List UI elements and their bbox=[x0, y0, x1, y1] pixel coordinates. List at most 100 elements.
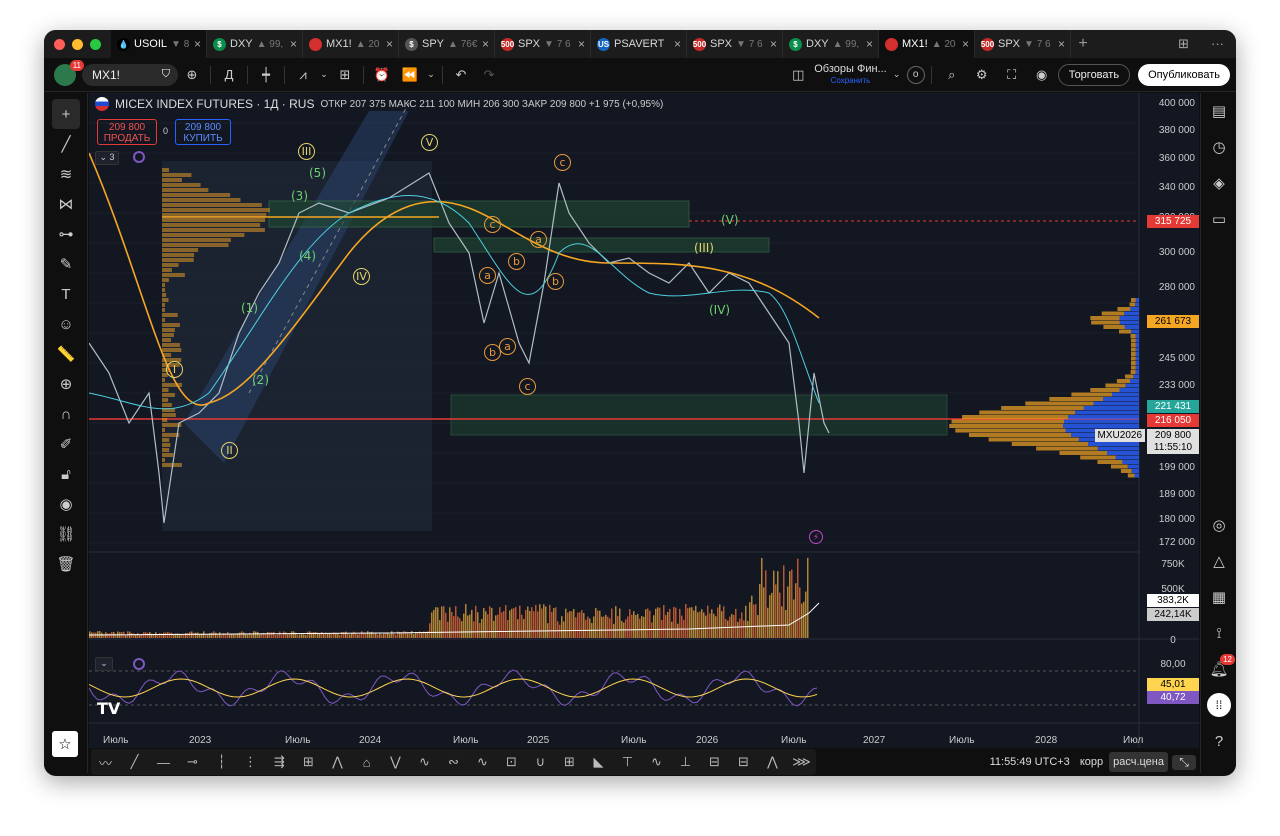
tab-spx[interactable]: 500 SPX ▼ 7 6 × bbox=[687, 30, 783, 58]
layout-name[interactable]: Обзоры Фин... Сохранить bbox=[814, 64, 886, 86]
trash-icon[interactable]: 🗑︎ bbox=[44, 549, 88, 579]
eye-icon[interactable]: ◉ bbox=[44, 489, 88, 519]
wave-label[interactable]: (3) bbox=[291, 189, 308, 203]
tab-spx[interactable]: 500 SPX ▼ 7 6 × bbox=[495, 30, 591, 58]
drawing-tool-icon[interactable]: ⌂ bbox=[352, 755, 381, 770]
layers-icon[interactable]: ◈ bbox=[1201, 165, 1236, 201]
undo-icon[interactable]: ↶ bbox=[447, 67, 475, 83]
close-tab-icon[interactable]: × bbox=[386, 37, 393, 51]
fib-icon[interactable]: ≋ bbox=[44, 159, 88, 189]
correction-toggle[interactable]: корр bbox=[1080, 756, 1103, 768]
star-icon[interactable]: ☆ bbox=[52, 731, 78, 757]
scan-icon[interactable]: ⌕ bbox=[938, 67, 966, 83]
drawing-tool-icon[interactable]: ╱ bbox=[120, 754, 149, 770]
drawing-tool-icon[interactable]: ⋀ bbox=[323, 754, 352, 770]
tab-mx1[interactable]: MX1! ▲ 20 × bbox=[879, 30, 975, 58]
drawing-tool-icon[interactable]: ∿ bbox=[468, 754, 497, 770]
chat-icon[interactable]: ▭ bbox=[1201, 201, 1236, 237]
wave-label[interactable]: (V) bbox=[721, 213, 739, 227]
tab-spx[interactable]: 500 SPX ▼ 7 6 × bbox=[975, 30, 1071, 58]
tab-dxy[interactable]: $ DXY ▲ 99, × bbox=[207, 30, 303, 58]
drawing-tool-icon[interactable]: ◣ bbox=[584, 754, 613, 770]
watchlist-icon[interactable]: ▤ bbox=[1201, 93, 1236, 129]
drawing-tool-icon[interactable]: ⊞ bbox=[294, 754, 323, 770]
text-icon[interactable]: T bbox=[44, 279, 88, 309]
quick-search-button[interactable]: o bbox=[907, 66, 925, 84]
forecast-icon[interactable]: ⊶ bbox=[44, 219, 88, 249]
tab-spy[interactable]: $ SPY ▲ 76€ × bbox=[399, 30, 495, 58]
drawing-tool-icon[interactable]: ⊞ bbox=[555, 754, 584, 770]
wave-label[interactable]: b bbox=[508, 253, 525, 270]
zoom-icon[interactable]: ⊕ bbox=[44, 369, 88, 399]
drawing-tool-icon[interactable]: ∿ bbox=[410, 754, 439, 770]
drawing-tool-icon[interactable]: ⊥ bbox=[671, 754, 700, 770]
rsi-collapse-button[interactable]: ⌄ bbox=[95, 657, 113, 671]
ruler-icon[interactable]: 📏 bbox=[44, 339, 88, 369]
clock[interactable]: 11:55:49 UTC+3 bbox=[990, 756, 1070, 768]
wave-label[interactable]: c bbox=[484, 216, 501, 233]
wave-label[interactable]: a bbox=[479, 267, 496, 284]
indicators-icon[interactable]: ⩘ bbox=[289, 67, 317, 83]
camera-icon[interactable]: ◉ bbox=[1028, 67, 1056, 83]
tab-dxy[interactable]: $ DXY ▲ 99, × bbox=[783, 30, 879, 58]
close-tab-icon[interactable]: × bbox=[578, 37, 585, 51]
templates-icon[interactable]: ⊞ bbox=[331, 67, 359, 83]
drawing-tool-icon[interactable]: ⋮ bbox=[236, 754, 265, 770]
drawing-tool-icon[interactable]: — bbox=[149, 755, 178, 770]
fullscreen-icon[interactable]: ⛶ bbox=[998, 67, 1026, 83]
drawing-tool-icon[interactable]: ⊡ bbox=[497, 754, 526, 770]
wave-label[interactable]: a bbox=[530, 231, 547, 248]
buy-button[interactable]: 209 800 КУПИТЬ bbox=[175, 119, 231, 145]
drawing-tool-icon[interactable]: ⋁ bbox=[381, 754, 410, 770]
wave-label[interactable]: c bbox=[554, 154, 571, 171]
help-icon[interactable]: ? bbox=[1201, 723, 1236, 759]
wave-label[interactable]: a bbox=[499, 338, 516, 355]
link-icon[interactable]: ⛓ bbox=[44, 519, 88, 549]
drawing-tool-icon[interactable]: ┆ bbox=[207, 754, 236, 770]
new-tab-button[interactable]: + bbox=[1071, 35, 1095, 53]
symbol-search[interactable]: MX1! ⛉ bbox=[82, 64, 178, 86]
drawing-tool-icon[interactable]: ∪ bbox=[526, 754, 555, 770]
wave-label[interactable]: II bbox=[221, 442, 238, 459]
more-icon[interactable]: ··· bbox=[1211, 36, 1224, 52]
chart-svg[interactable] bbox=[89, 93, 1199, 748]
chevron-down-icon[interactable]: ⌄ bbox=[889, 69, 905, 80]
drawing-tool-icon[interactable]: ⊸ bbox=[178, 754, 207, 770]
close-tab-icon[interactable]: × bbox=[1058, 37, 1065, 51]
trade-button[interactable]: Торговать bbox=[1058, 64, 1130, 86]
close-tab-icon[interactable]: × bbox=[482, 37, 489, 51]
close-tab-icon[interactable]: × bbox=[194, 37, 201, 51]
close-tab-icon[interactable]: × bbox=[866, 37, 873, 51]
drawing-tool-icon[interactable]: ⋀ bbox=[758, 754, 787, 770]
crosshair-icon[interactable]: + bbox=[52, 99, 80, 129]
settings-icon[interactable]: ⚙ bbox=[968, 67, 996, 83]
drawing-tool-icon[interactable]: ⇶ bbox=[265, 754, 294, 770]
close-tab-icon[interactable]: × bbox=[770, 37, 777, 51]
layout-icon[interactable]: ⊞ bbox=[1178, 36, 1189, 52]
wave-label[interactable]: (1) bbox=[241, 301, 258, 315]
wave-label[interactable]: I bbox=[166, 361, 183, 378]
brush-icon[interactable]: ✎ bbox=[44, 249, 88, 279]
layout-select-icon[interactable]: ◫ bbox=[784, 67, 812, 83]
maximize-window-button[interactable] bbox=[90, 39, 101, 50]
collapse-icon[interactable]: ⤡ bbox=[1172, 755, 1196, 770]
tab-psavert[interactable]: US PSAVERT × bbox=[591, 30, 687, 58]
ideas-icon[interactable]: △ bbox=[1201, 543, 1236, 579]
publish-button[interactable]: Опубликовать bbox=[1138, 64, 1230, 86]
avatar[interactable]: 11 bbox=[54, 64, 76, 86]
replay-icon[interactable]: ⏪ bbox=[396, 67, 424, 83]
trendline-icon[interactable]: ╱ bbox=[44, 129, 88, 159]
chart-canvas[interactable]: MICEX INDEX FUTURES · 1Д · RUS ОТКР 207 … bbox=[89, 93, 1199, 748]
wave-label[interactable]: V bbox=[421, 134, 438, 151]
wave-label[interactable]: IV bbox=[353, 268, 370, 285]
alert-icon[interactable]: ⏰ bbox=[368, 67, 396, 83]
wave-label[interactable]: (2) bbox=[252, 373, 269, 387]
wave-label[interactable]: (5) bbox=[309, 166, 326, 180]
compare-icon[interactable]: ⊕ bbox=[178, 67, 206, 83]
tab-usoil[interactable]: 💧 USOIL ▼ 8 × bbox=[111, 30, 207, 58]
wave-label[interactable]: (4) bbox=[299, 249, 316, 263]
close-tab-icon[interactable]: × bbox=[962, 37, 969, 51]
target-icon[interactable]: ◎ bbox=[1201, 507, 1236, 543]
chart-title[interactable]: MICEX INDEX FUTURES · 1Д · RUS bbox=[115, 97, 314, 111]
close-window-button[interactable] bbox=[54, 39, 65, 50]
